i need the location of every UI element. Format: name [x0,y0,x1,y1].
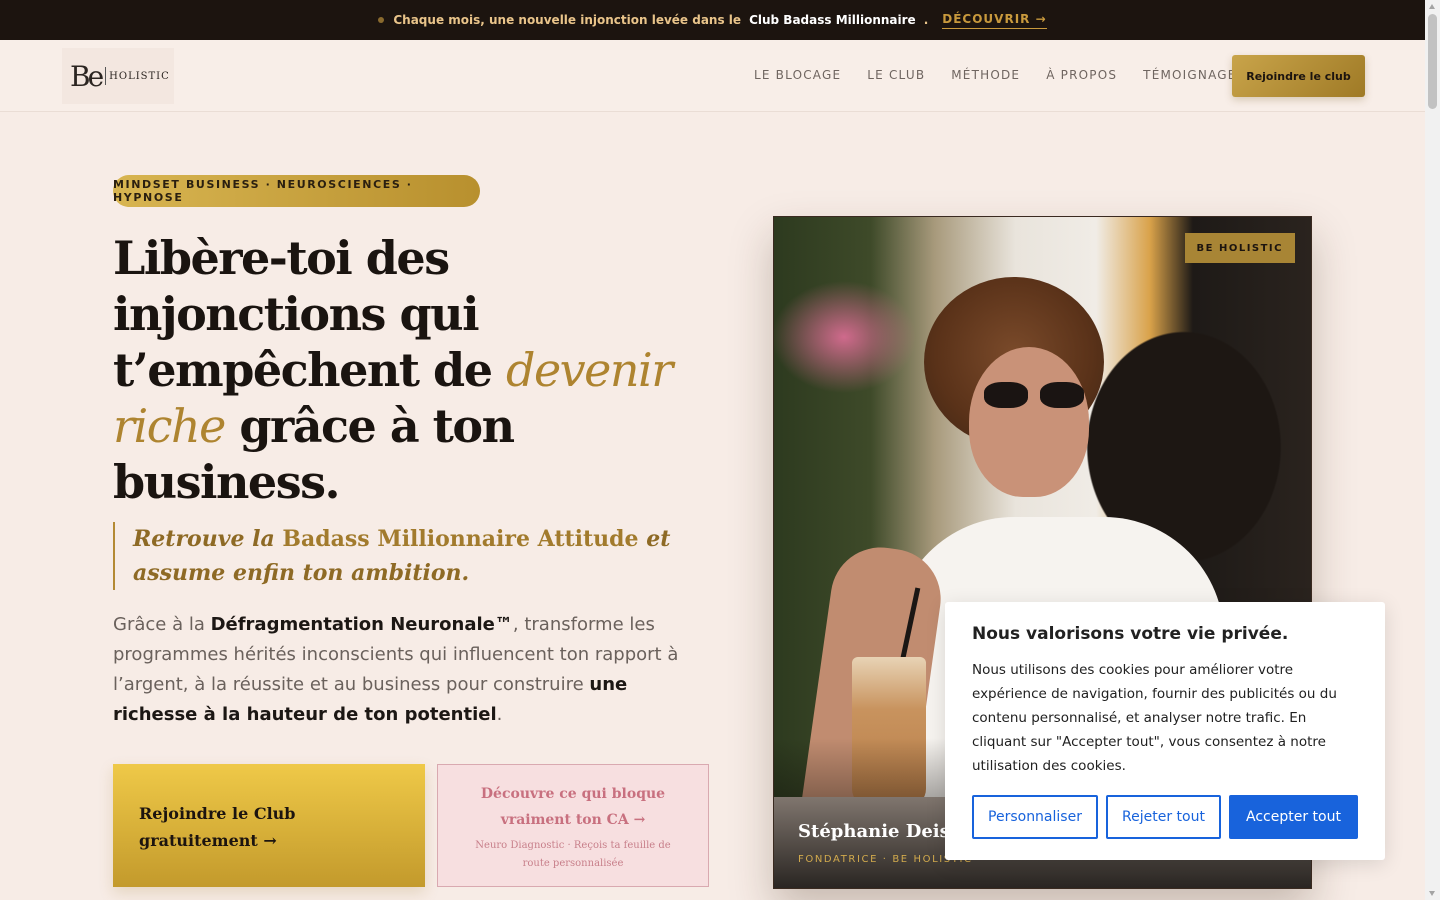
site-logo[interactable]: Be HOLISTIC [62,48,174,104]
neuro-diagnostic-title: Découvre ce qui bloque vraiment ton CA → [480,786,666,828]
announcement-discover-link[interactable]: DÉCOUVRIR → [942,12,1047,29]
main-nav: LE BLOCAGE LE CLUB MÉTHODE À PROPOS TÉMO… [754,68,1271,82]
cookie-reject-button[interactable]: Rejeter tout [1106,795,1221,839]
lead-part-1: Grâce à la [113,614,211,635]
nav-item-temoignages[interactable]: TÉMOIGNAGES [1143,68,1245,82]
nav-item-methode[interactable]: MÉTHODE [951,68,1020,82]
nav-item-a-propos[interactable]: À PROPOS [1046,68,1117,82]
neuro-diagnostic-subtitle: Neuro Diagnostic · Reçois ta feuille de … [475,840,671,869]
logo-word: HOLISTIC [109,70,170,82]
cookie-title: Nous valorisons votre vie privée. [972,624,1289,644]
nav-item-blocage[interactable]: LE BLOCAGE [754,68,841,82]
logo-mark: Be [70,59,104,93]
cookie-actions: Personnaliser Rejeter tout Accepter tout [972,795,1358,839]
join-club-button[interactable]: Rejoindre le club [1232,55,1365,97]
announcement-club-name: Club Badass Millionnaire [749,13,916,27]
lead-strong-1: Défragmentation Neuronale™ [210,614,513,635]
neuro-diagnostic-button[interactable]: Découvre ce qui bloque vraiment ton CA →… [437,764,709,887]
scroll-up-arrow-icon[interactable] [1429,4,1435,9]
site-header: Be HOLISTIC LE BLOCAGE LE CLUB MÉTHODE À… [0,40,1425,112]
hero-quote: Retrouve la Badass Millionnaire Attitude… [113,522,713,590]
quote-strong: Badass Millionnaire Attitude [282,526,639,552]
announcement-text: Chaque mois, une nouvelle injonction lev… [393,13,742,27]
hero-headline: Libère-toi des injonctions qui t’empêche… [113,230,713,510]
headline-part-1: Libère-toi des injonctions qui t’empêche… [113,231,507,397]
scrollbar-thumb[interactable] [1428,14,1437,109]
cookie-customize-button[interactable]: Personnaliser [972,795,1098,839]
cookie-accept-button[interactable]: Accepter tout [1229,795,1358,839]
hero-lead-paragraph: Grâce à la Défragmentation Neuronale™, t… [113,610,713,730]
nav-item-club[interactable]: LE CLUB [867,68,925,82]
logo-divider [105,67,107,85]
lead-part-3: . [496,704,503,725]
scroll-down-arrow-icon[interactable] [1429,891,1435,896]
announcement-bar: Chaque mois, une nouvelle injonction lev… [0,0,1425,40]
join-club-free-button[interactable]: Rejoindre le Club gratuitement → [113,764,425,887]
brand-badge: BE HOLISTIC [1184,233,1295,263]
hero-tagline-pill: MINDSET BUSINESS · NEUROSCIENCES · HYPNO… [113,175,480,207]
cookie-body: Nous utilisons des cookies pour améliore… [972,662,1337,774]
quote-part-1: Retrouve la [133,526,283,552]
page-scrollbar[interactable] [1425,0,1440,900]
announcement-separator: . [923,13,929,27]
bullet-dot-icon [378,17,385,23]
portrait-sunglasses [984,382,1084,408]
founder-name: Stéphanie Deiss [798,821,960,842]
cookie-consent-dialog: Nous valorisons votre vie privée. Nous u… [945,602,1385,860]
portrait-face [969,347,1089,497]
